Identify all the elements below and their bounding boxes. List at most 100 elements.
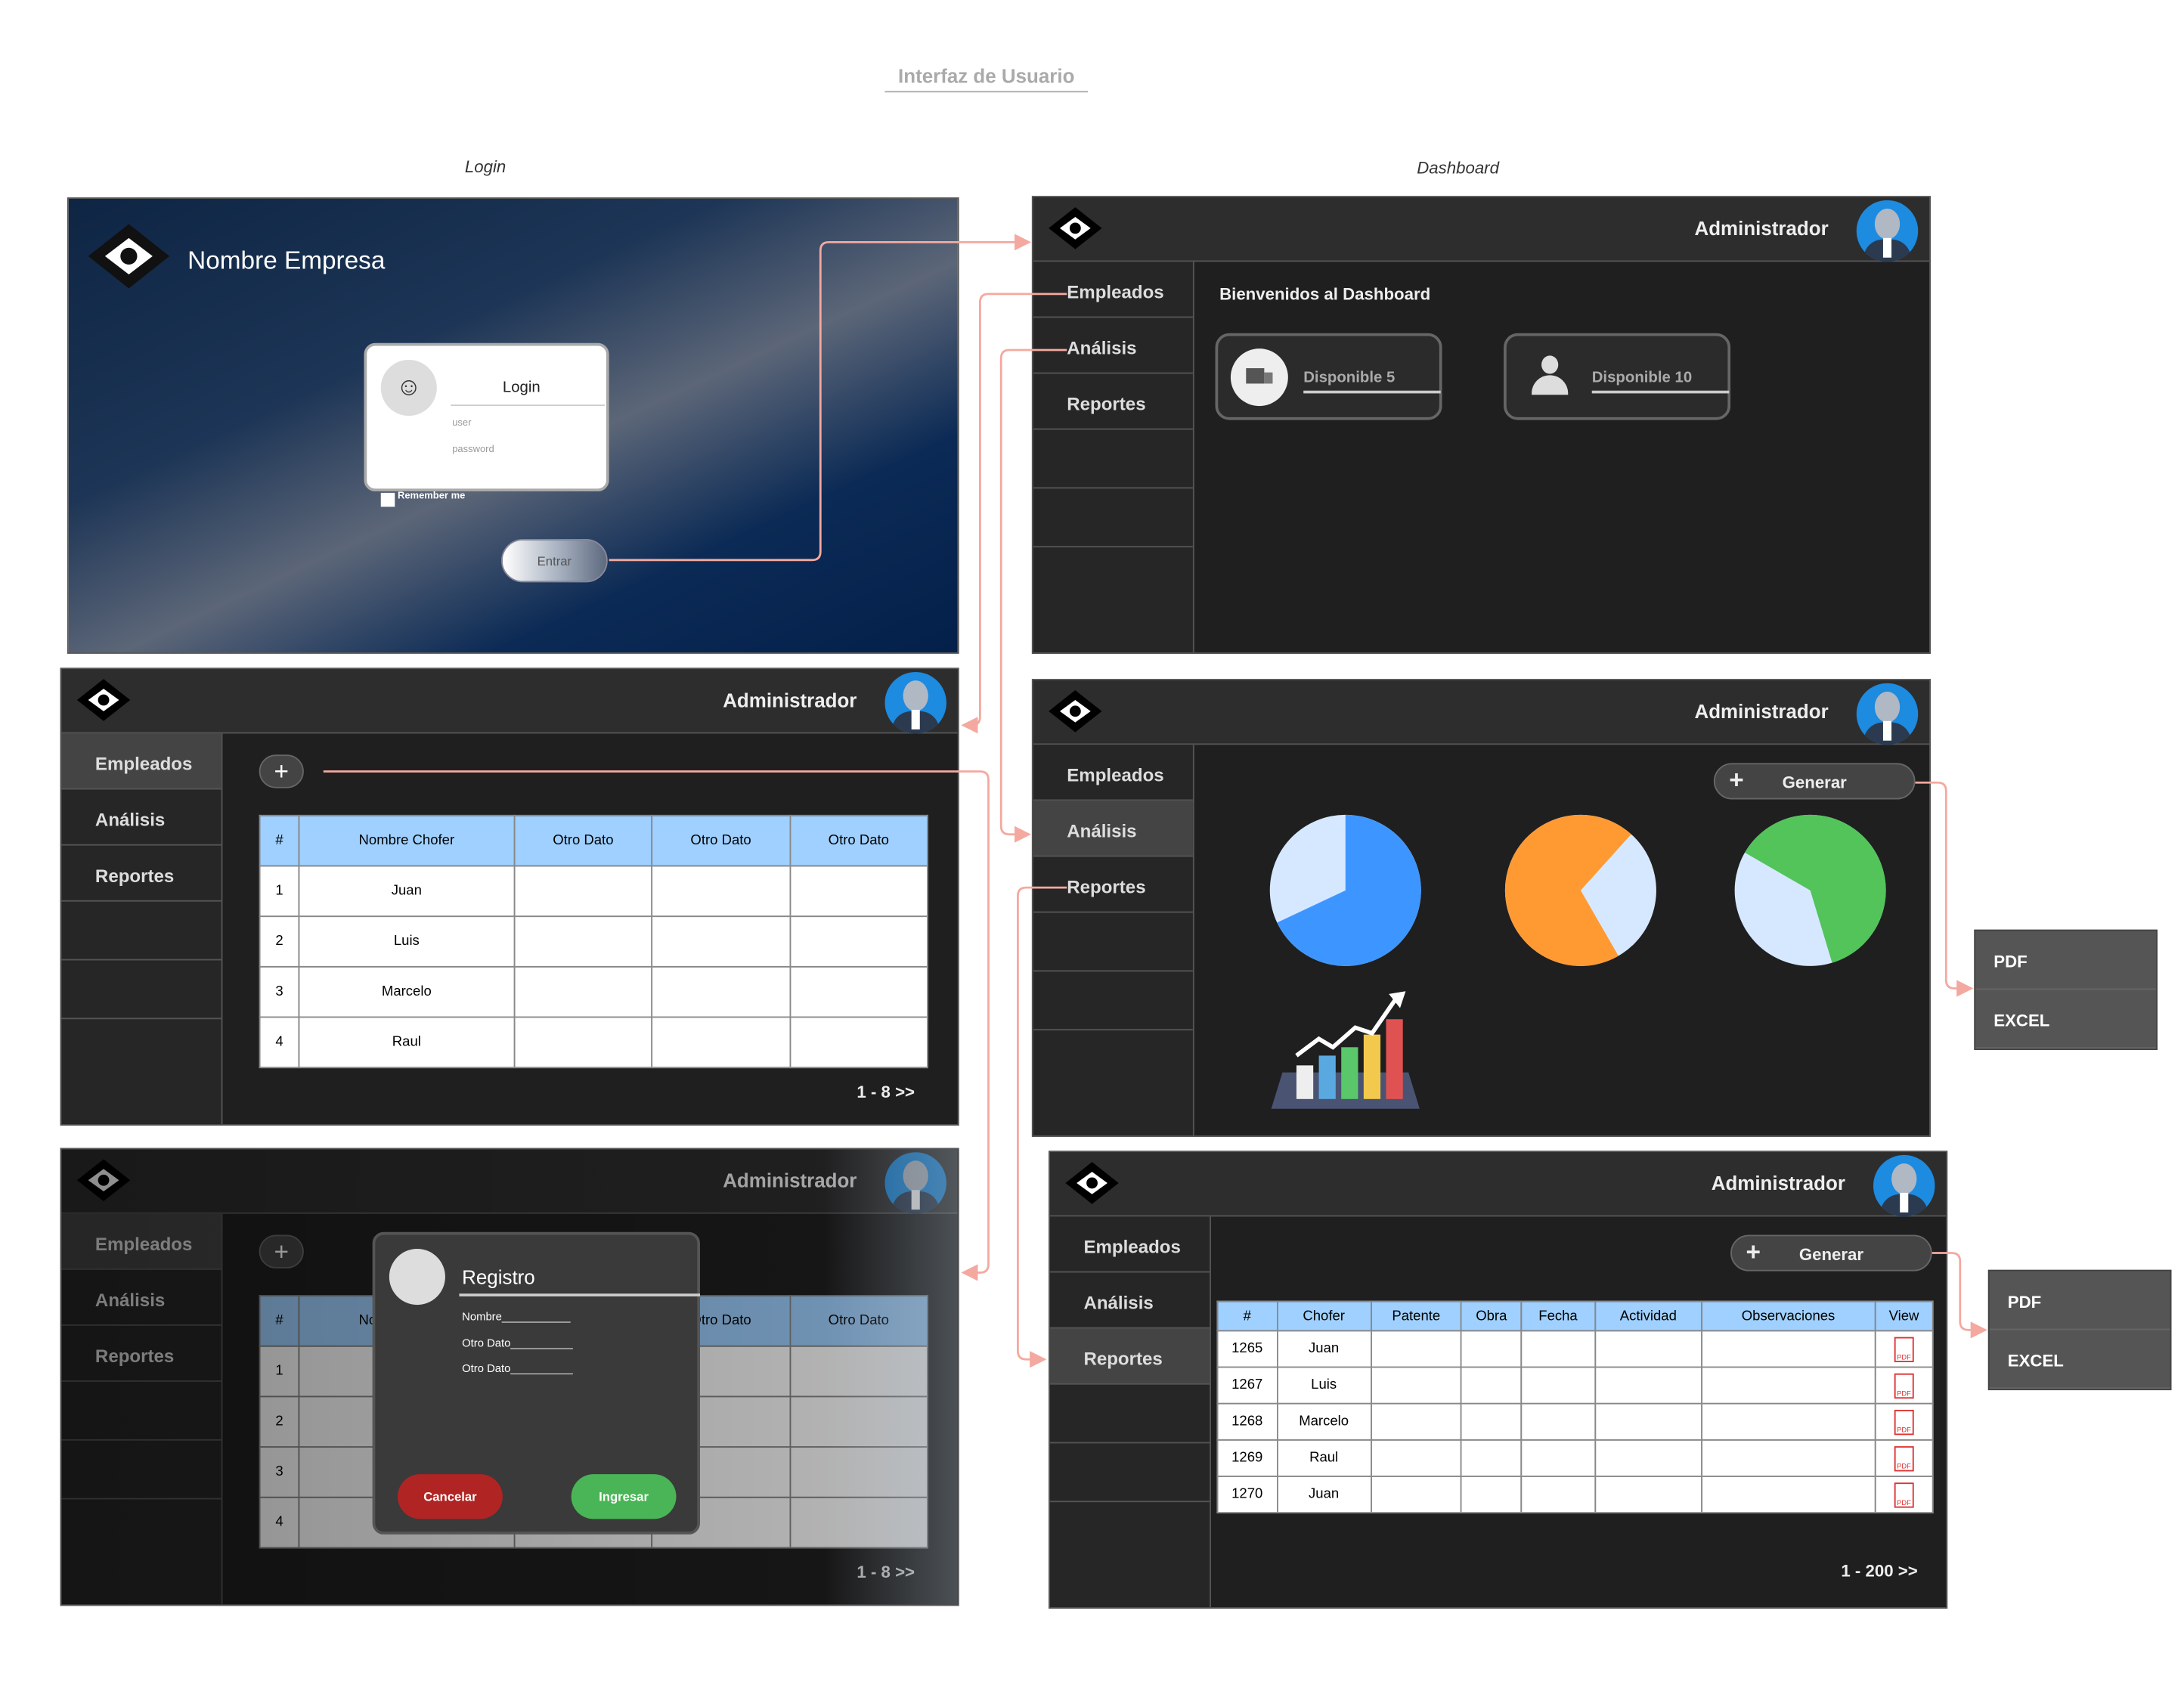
- avatar[interactable]: [884, 671, 946, 734]
- sidebar-item-analisis[interactable]: Análisis: [1050, 1272, 1210, 1329]
- col-header: Actividad: [1594, 1300, 1702, 1332]
- col-header: View: [1874, 1300, 1934, 1332]
- field-otro-dato-2[interactable]: Otro Dato__________: [462, 1362, 573, 1375]
- col-header: #: [1216, 1300, 1278, 1332]
- row-id: 1265: [1216, 1330, 1278, 1368]
- company-logo-icon: [1049, 207, 1102, 249]
- export-menu: PDF EXCEL: [1974, 929, 2158, 1050]
- reports-screen: Administrador Empleados Análisis Reporte…: [1049, 1151, 1948, 1609]
- sidebar-item-empleados[interactable]: Empleados: [61, 733, 221, 790]
- col-header: Otro Dato: [651, 814, 791, 867]
- login-heading: Login: [502, 379, 541, 397]
- col-header: Chofer: [1276, 1300, 1372, 1332]
- generate-button[interactable]: + Generar: [1713, 763, 1916, 800]
- user-input[interactable]: user: [452, 419, 471, 429]
- row-id: 1269: [1216, 1439, 1278, 1477]
- sidebar-item-analisis[interactable]: Análisis: [1033, 801, 1193, 857]
- field-otro-dato-1[interactable]: Otro Dato__________: [462, 1337, 573, 1350]
- col-header: Otro Dato: [513, 814, 653, 867]
- company-name: Nombre Empresa: [187, 246, 386, 274]
- person-icon: [1532, 355, 1569, 400]
- sidebar-item-reportes[interactable]: Reportes: [61, 846, 221, 902]
- row-chofer: Raul: [1276, 1439, 1372, 1477]
- pagination[interactable]: 1 - 200 >>: [1841, 1561, 1917, 1581]
- pagination[interactable]: 1 - 8 >>: [857, 1083, 915, 1102]
- row-number: 2: [259, 915, 300, 968]
- welcome-text: Bienvenidos al Dashboard: [1219, 283, 1431, 304]
- col-header: Observaciones: [1700, 1300, 1876, 1332]
- table-row[interactable]: 1267 Luis PDF: [1216, 1366, 1934, 1405]
- company-logo-icon: [1065, 1162, 1119, 1204]
- dashboard-caption: Dashboard: [1417, 158, 1499, 178]
- row-id: 1270: [1216, 1476, 1278, 1514]
- diagram-title: Interfaz de Usuario: [884, 64, 1089, 93]
- table-row[interactable]: 1270 Juan PDF: [1216, 1476, 1934, 1514]
- row-number: 4: [259, 1016, 300, 1069]
- register-title: Registro: [462, 1265, 535, 1288]
- employees-register-screen: Administrador Empleados Análisis Reporte…: [60, 1148, 959, 1606]
- row-chofer: Juan: [1276, 1476, 1372, 1514]
- pdf-icon[interactable]: PDF: [1894, 1336, 1914, 1362]
- row-id: 1267: [1216, 1366, 1278, 1405]
- login-caption: Login: [464, 156, 507, 177]
- generate-button[interactable]: + Generar: [1730, 1234, 1932, 1271]
- table-row[interactable]: 3Marcelo: [259, 965, 928, 1018]
- table-row[interactable]: 1269 Raul PDF: [1216, 1439, 1934, 1477]
- sidebar-item-empleados[interactable]: Empleados: [1050, 1216, 1210, 1273]
- remember-checkbox[interactable]: [380, 492, 395, 507]
- login-box: ☺ Login user password: [364, 342, 609, 492]
- pdf-icon[interactable]: PDF: [1894, 1372, 1914, 1398]
- sidebar-item-reportes[interactable]: Reportes: [1033, 373, 1193, 430]
- avatar[interactable]: [1856, 683, 1919, 745]
- row-name: Luis: [298, 915, 516, 968]
- table-row[interactable]: 1265 Juan PDF: [1216, 1330, 1934, 1368]
- add-button[interactable]: +: [259, 754, 304, 788]
- stat-card-trucks[interactable]: Disponible 5: [1215, 333, 1442, 420]
- row-name: Juan: [298, 865, 516, 918]
- col-header: #: [259, 814, 300, 867]
- cancel-button[interactable]: Cancelar: [397, 1474, 503, 1519]
- export-excel[interactable]: EXCEL: [1989, 1330, 2170, 1389]
- sidebar-item-empleados[interactable]: Empleados: [1033, 262, 1193, 318]
- login-button[interactable]: Entrar: [501, 539, 608, 583]
- submit-button[interactable]: Ingresar: [571, 1474, 677, 1519]
- analysis-screen: Administrador Empleados Análisis Reporte…: [1031, 679, 1931, 1137]
- export-excel[interactable]: EXCEL: [1975, 990, 2157, 1049]
- table-row[interactable]: 2Luis: [259, 915, 928, 968]
- sidebar-item-reportes[interactable]: Reportes: [1050, 1328, 1210, 1385]
- users-icon: ☺: [380, 359, 437, 417]
- row-name: Raul: [298, 1016, 516, 1069]
- table-row[interactable]: 1268 Marcelo PDF: [1216, 1402, 1934, 1441]
- password-input[interactable]: password: [452, 445, 494, 455]
- sidebar-item-analisis[interactable]: Análisis: [61, 790, 221, 846]
- col-header: Nombre Chofer: [298, 814, 516, 867]
- export-pdf[interactable]: PDF: [1975, 931, 2157, 990]
- avatar-placeholder: [389, 1248, 445, 1306]
- avatar[interactable]: [1856, 200, 1919, 262]
- admin-label: Administrador: [1694, 700, 1829, 723]
- col-header: Patente: [1370, 1300, 1463, 1332]
- company-logo-icon: [88, 224, 170, 289]
- table-row[interactable]: 1Juan: [259, 865, 928, 918]
- sidebar-item-reportes[interactable]: Reportes: [1033, 856, 1193, 913]
- pie-chart-3: [1734, 814, 1886, 966]
- sidebar-item-analisis[interactable]: Análisis: [1033, 317, 1193, 374]
- stat-card-persons[interactable]: Disponible 10: [1504, 333, 1731, 420]
- export-pdf[interactable]: PDF: [1989, 1271, 2170, 1330]
- row-number: 3: [259, 965, 300, 1018]
- field-nombre[interactable]: Nombre___________: [462, 1310, 570, 1323]
- pdf-icon[interactable]: PDF: [1894, 1445, 1914, 1471]
- bar-chart-icon: [1271, 991, 1420, 1109]
- pie-chart-2: [1504, 814, 1656, 966]
- pdf-icon[interactable]: PDF: [1894, 1409, 1914, 1435]
- avatar[interactable]: [1873, 1154, 1935, 1217]
- row-chofer: Juan: [1276, 1330, 1372, 1368]
- export-menu: PDF EXCEL: [1987, 1269, 2172, 1391]
- row-number: 1: [259, 865, 300, 918]
- table-row[interactable]: 4Raul: [259, 1016, 928, 1069]
- pdf-icon[interactable]: PDF: [1894, 1482, 1914, 1507]
- sidebar-item-empleados[interactable]: Empleados: [1033, 745, 1193, 801]
- pie-chart-1: [1269, 814, 1421, 966]
- admin-label: Administrador: [723, 689, 857, 711]
- admin-label: Administrador: [1694, 217, 1829, 240]
